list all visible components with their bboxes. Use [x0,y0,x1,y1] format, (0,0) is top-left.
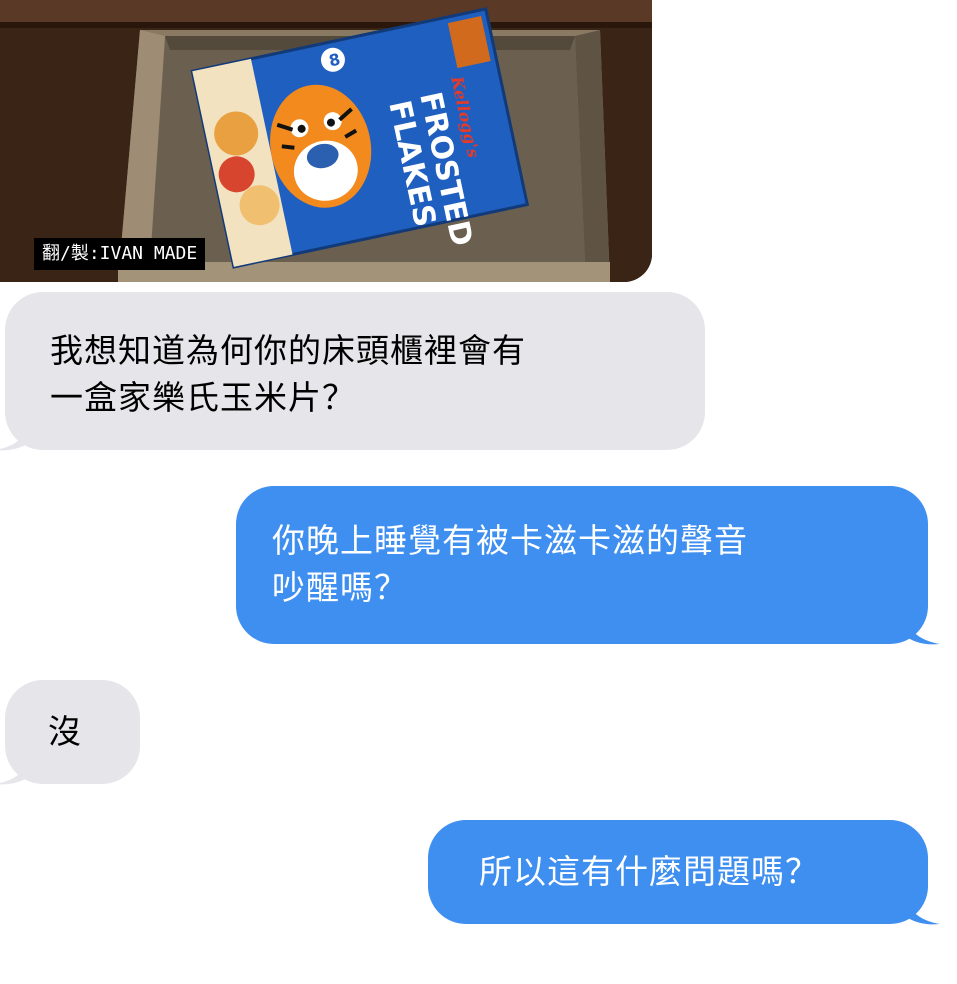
bubble-tail [900,606,940,645]
received-message-bubble[interactable]: 沒 [0,680,140,785]
message-line: 沒 [48,712,82,751]
message-line: 吵醒嗎？ [272,568,408,607]
message-line: 所以這有什麼問題嗎？ [479,852,819,891]
bubble-tail [0,746,35,785]
message-line: 一盒家樂氏玉米片？ [50,378,356,417]
bubble-tail [0,412,35,451]
watermark-label: 翻/製:IVAN MADE [34,238,206,270]
photo-attachment[interactable]: FROSTED FLAKES Kellogg's 8 翻/製:IVAN MADE [0,0,652,282]
message-line: 我想知道為何你的床頭櫃裡會有 [50,331,526,370]
sent-message-bubble[interactable]: 你晚上睡覺有被卡滋卡滋的聲音 吵醒嗎？ [236,486,940,645]
received-message-bubble[interactable]: 我想知道為何你的床頭櫃裡會有 一盒家樂氏玉米片？ [0,292,705,451]
bubble-tail [900,886,940,925]
sent-message-bubble[interactable]: 所以這有什麼問題嗎？ [428,820,940,925]
message-line: 你晚上睡覺有被卡滋卡滋的聲音 [272,521,748,560]
